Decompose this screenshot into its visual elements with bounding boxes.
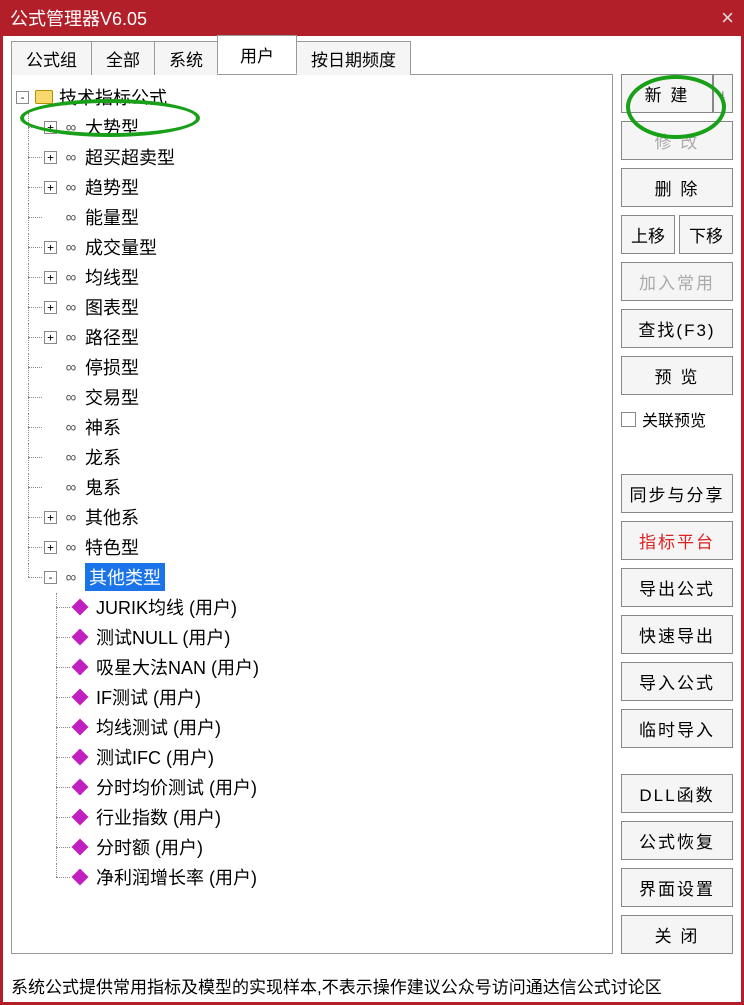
tree-item[interactable]: 能量型 (85, 204, 139, 230)
tree-item[interactable]: 龙系 (85, 444, 121, 470)
add-favorite-button[interactable]: 加入常用 (621, 262, 733, 301)
tree-leaf[interactable]: IF测试 (用户) (96, 684, 201, 710)
preview-button[interactable]: 预 览 (621, 356, 733, 395)
tree-item[interactable]: 停损型 (85, 354, 139, 380)
tree-leaf[interactable]: 分时额 (用户) (96, 834, 203, 860)
related-preview-checkbox[interactable] (621, 412, 636, 427)
tab-bar: 公式组 全部 系统 用户 按日期频度 (11, 44, 613, 74)
new-dropdown-button[interactable]: ↓ (713, 74, 733, 113)
tree-leaf[interactable]: 净利润增长率 (用户) (96, 864, 257, 890)
new-button[interactable]: 新 建 (621, 74, 713, 113)
tree-item[interactable]: 交易型 (85, 384, 139, 410)
tree-item[interactable]: 成交量型 (85, 234, 157, 260)
tree-item[interactable]: 均线型 (85, 264, 139, 290)
expand-icon[interactable]: + (44, 151, 57, 164)
tree-item[interactable]: 神系 (85, 414, 121, 440)
tree-leaf[interactable]: 测试NULL (用户) (96, 624, 230, 650)
link-icon: ∞ (61, 479, 81, 496)
expand-icon[interactable]: + (44, 271, 57, 284)
tree-leaf[interactable]: 吸星大法NAN (用户) (96, 654, 259, 680)
tree-leaf[interactable]: 分时均价测试 (用户) (96, 774, 257, 800)
link-icon: ∞ (61, 359, 81, 376)
sync-share-button[interactable]: 同步与分享 (621, 474, 733, 513)
tree-root-label[interactable]: 技术指标公式 (59, 84, 167, 110)
link-icon: ∞ (61, 539, 81, 556)
link-icon: ∞ (61, 419, 81, 436)
status-bar: 系统公式提供常用指标及模型的实现样本,不表示操作建议公众号访问通达信公式讨论区 (11, 973, 733, 998)
diamond-icon (72, 629, 89, 646)
import-button[interactable]: 导入公式 (621, 662, 733, 701)
diamond-icon (72, 779, 89, 796)
tree-leaf[interactable]: JURIK均线 (用户) (96, 594, 237, 620)
tree-item[interactable]: 图表型 (85, 294, 139, 320)
move-up-button[interactable]: 上移 (621, 215, 675, 254)
expand-icon[interactable]: + (44, 241, 57, 254)
link-icon: ∞ (61, 329, 81, 346)
window-title: 公式管理器V6.05 (10, 5, 147, 31)
tree-leaf[interactable]: 行业指数 (用户) (96, 804, 221, 830)
diamond-icon (72, 719, 89, 736)
collapse-icon[interactable]: - (44, 571, 57, 584)
button-panel: 新 建 ↓ 修 改 删 除 上移 下移 加入常用 查找(F3) 预 览 关联预览… (621, 44, 733, 954)
delete-button[interactable]: 删 除 (621, 168, 733, 207)
quick-export-button[interactable]: 快速导出 (621, 615, 733, 654)
tree-item[interactable]: 超买超卖型 (85, 144, 175, 170)
modify-button[interactable]: 修 改 (621, 121, 733, 160)
link-icon: ∞ (61, 119, 81, 136)
dll-function-button[interactable]: DLL函数 (621, 774, 733, 813)
expand-icon[interactable]: + (44, 181, 57, 194)
tree-item[interactable]: 大势型 (85, 114, 139, 140)
titlebar: 公式管理器V6.05 × (0, 0, 744, 36)
temp-import-button[interactable]: 临时导入 (621, 709, 733, 748)
tab-user[interactable]: 用户 (217, 35, 297, 74)
link-icon: ∞ (61, 269, 81, 286)
link-icon: ∞ (61, 509, 81, 526)
collapse-icon[interactable]: - (16, 91, 29, 104)
folder-icon (35, 90, 53, 104)
link-icon: ∞ (61, 239, 81, 256)
find-button[interactable]: 查找(F3) (621, 309, 733, 348)
link-icon: ∞ (61, 149, 81, 166)
tree-view[interactable]: - 技术指标公式 +∞大势型 +∞超买超卖型 +∞趋势型 ∞能量型 +∞成交量型… (11, 74, 613, 954)
tab-all[interactable]: 全部 (91, 41, 155, 75)
diamond-icon (72, 749, 89, 766)
diamond-icon (72, 809, 89, 826)
diamond-icon (72, 599, 89, 616)
link-icon: ∞ (61, 179, 81, 196)
tree-item[interactable]: 特色型 (85, 534, 139, 560)
expand-icon[interactable]: + (44, 511, 57, 524)
related-preview-label: 关联预览 (642, 407, 706, 431)
diamond-icon (72, 689, 89, 706)
link-icon: ∞ (61, 569, 81, 586)
expand-icon[interactable]: + (44, 121, 57, 134)
close-button[interactable]: 关 闭 (621, 915, 733, 954)
tree-item[interactable]: 路径型 (85, 324, 139, 350)
expand-icon[interactable]: + (44, 541, 57, 554)
ui-setting-button[interactable]: 界面设置 (621, 868, 733, 907)
diamond-icon (72, 839, 89, 856)
link-icon: ∞ (61, 299, 81, 316)
expand-icon[interactable]: + (44, 301, 57, 314)
export-button[interactable]: 导出公式 (621, 568, 733, 607)
tree-item[interactable]: 鬼系 (85, 474, 121, 500)
expand-icon[interactable]: + (44, 331, 57, 344)
link-icon: ∞ (61, 449, 81, 466)
tab-system[interactable]: 系统 (154, 41, 218, 75)
diamond-icon (72, 869, 89, 886)
diamond-icon (72, 659, 89, 676)
tree-item[interactable]: 其他系 (85, 504, 139, 530)
link-icon: ∞ (61, 389, 81, 406)
close-icon[interactable]: × (721, 5, 734, 31)
tab-formula-group[interactable]: 公式组 (11, 41, 92, 75)
indicator-platform-button[interactable]: 指标平台 (621, 521, 733, 560)
tree-item[interactable]: 趋势型 (85, 174, 139, 200)
tree-leaf[interactable]: 测试IFC (用户) (96, 744, 214, 770)
link-icon: ∞ (61, 209, 81, 226)
tree-leaf[interactable]: 均线测试 (用户) (96, 714, 221, 740)
formula-restore-button[interactable]: 公式恢复 (621, 821, 733, 860)
tab-by-date[interactable]: 按日期频度 (296, 41, 411, 75)
move-down-button[interactable]: 下移 (679, 215, 733, 254)
tree-item-selected[interactable]: 其他类型 (85, 563, 165, 591)
